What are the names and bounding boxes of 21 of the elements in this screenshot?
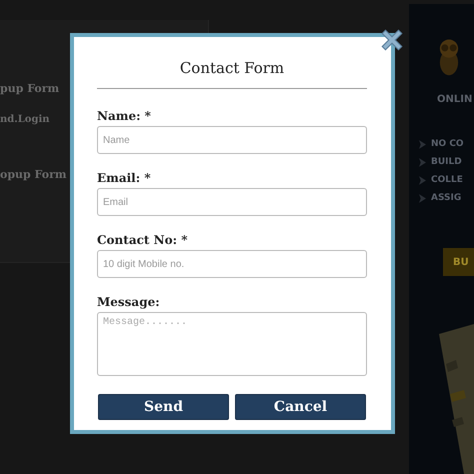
close-icon[interactable]: [379, 27, 405, 53]
panel-button[interactable]: BU: [443, 248, 474, 276]
panel-item: COLLE: [431, 175, 463, 185]
input-field[interactable]: Email: [97, 188, 367, 216]
panel-item: ASSIG: [431, 193, 462, 203]
panel-heading: ONLIN: [437, 94, 472, 105]
background-text: opup Form: [0, 168, 67, 181]
background-text: pup Form: [0, 82, 60, 95]
form-button[interactable]: Send: [98, 394, 229, 420]
form-button[interactable]: Cancel: [235, 394, 366, 420]
input-field[interactable]: 10 digit Mobile no.: [97, 250, 367, 278]
panel-item: NO CO: [431, 139, 464, 149]
background-text: nd.Login: [0, 114, 50, 125]
input-field[interactable]: Name: [97, 126, 367, 154]
field-label: Contact No: *: [97, 233, 188, 247]
dialog-title: Contact Form: [178, 59, 286, 77]
field-label: Message:: [97, 295, 161, 309]
field-label: Name: *: [97, 109, 152, 123]
field-label: Email: *: [97, 171, 152, 185]
panel-item: BUILD: [431, 157, 462, 167]
message-field[interactable]: Message.......: [97, 312, 367, 376]
